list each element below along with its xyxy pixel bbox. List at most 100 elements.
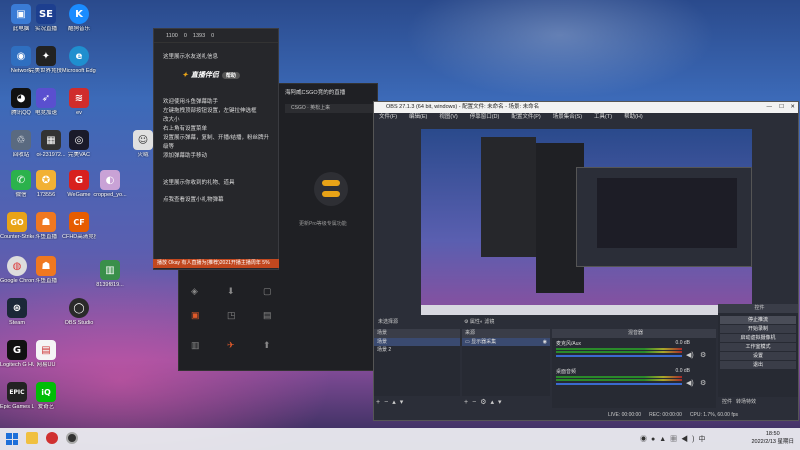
taskbar-app-icon[interactable] [46, 432, 58, 444]
minimize-icon[interactable]: — [767, 102, 773, 113]
remove-icon[interactable]: − [472, 399, 480, 406]
ime-icon[interactable]: 中 [699, 436, 710, 443]
mixer-dock-header: 混音器 [552, 329, 716, 338]
obs-preview-canvas[interactable] [421, 129, 752, 315]
douyu-icon: ☗ [36, 256, 56, 276]
info-line: 级等 [163, 144, 175, 150]
tool-icon[interactable]: ▣ [191, 310, 200, 321]
gear-icon[interactable]: ⚙ [700, 379, 706, 387]
scene-item[interactable]: 场景 [374, 338, 460, 346]
move-down-icon[interactable]: ▾ [400, 399, 408, 406]
scene-item[interactable]: 场景 2 [374, 346, 460, 354]
desktop-icon[interactable]: ⊛ Steam [0, 298, 34, 326]
volume-slider[interactable] [556, 383, 682, 385]
speaker-icon[interactable]: ◀) [686, 351, 694, 359]
audio-meter [556, 379, 682, 381]
desktop-icon[interactable]: ☗ 斗鱼直播 [29, 256, 63, 284]
desktop-icon[interactable]: ◐ cropped_yo... [93, 170, 127, 198]
stat-value: 1100 [166, 32, 178, 39]
menu-view[interactable]: 视图(V) [439, 113, 457, 122]
scenes-dock-header: 场景 [374, 329, 460, 338]
settings-hint-link[interactable]: 点我查看设置小礼物弹幕 [154, 196, 278, 205]
tool-icon[interactable]: ▤ [263, 310, 272, 321]
close-icon[interactable]: ✕ [790, 102, 795, 113]
desktop-icon[interactable]: ✪ 173556 [29, 170, 63, 198]
move-up-icon[interactable]: ▴ [392, 399, 400, 406]
tab-transitions[interactable]: 转场特效 [736, 398, 756, 406]
desktop-icon[interactable]: ☗ 斗鱼直播 [29, 212, 63, 240]
desktop-icon[interactable]: ≋ ev [62, 88, 96, 116]
remove-icon[interactable]: − [384, 399, 392, 406]
menu-edit[interactable]: 编辑(E) [409, 113, 427, 122]
desktop-icon[interactable]: SE 实况直播 [29, 4, 63, 32]
menu-scene-collection[interactable]: 场景集合(S) [553, 113, 582, 122]
tool-icon[interactable]: ◳ [227, 310, 236, 321]
stream-category-selector[interactable]: CSGO · 英松上来 [285, 104, 375, 113]
menu-docks[interactable]: 停靠窗口(D) [470, 113, 500, 122]
tool-icon[interactable]: ▥ [191, 340, 200, 351]
studio-mode-button[interactable]: 工作室模式 [720, 343, 796, 351]
start-recording-button[interactable]: 开始录制 [720, 325, 796, 333]
properties-button[interactable]: ⚙ 属性 [464, 318, 480, 327]
obs-menubar: 文件(F) 编辑(E) 视图(V) 停靠窗口(D) 配置文件(P) 场景集合(S… [374, 113, 798, 122]
menu-help[interactable]: 帮助(H) [624, 113, 643, 122]
logo-icon: ✦ [182, 72, 188, 79]
mixer-channel-db: 0.0 dB [675, 340, 690, 346]
desktop-icon[interactable]: iQ 爱奇艺 [29, 382, 63, 410]
desktop-icon[interactable]: ◎ 完美VAC [62, 130, 96, 158]
settings-button[interactable]: 设置 [720, 352, 796, 360]
menu-tools[interactable]: 工具(T) [594, 113, 612, 122]
tool-grid: ◈ ⬇ ▢ ▣ ◳ ▤ ▥ ✈ ⬆ [187, 280, 277, 366]
move-down-icon[interactable]: ▾ [498, 399, 506, 406]
gear-icon[interactable]: ⚙ [700, 351, 706, 359]
tool-icon[interactable]: ⬆ [263, 340, 271, 351]
sources-dock-header: 来源 [462, 329, 550, 338]
exit-button[interactable]: 退出 [720, 361, 796, 369]
obs-statusbar: LIVE: 00:00:00 REC: 00:00:00 CPU: 1.7%, … [374, 410, 798, 420]
tab-controls[interactable]: 控件 [722, 398, 732, 406]
mixer-channel-db: 0.0 dB [675, 368, 690, 374]
desktop-icon[interactable]: ◯ OBS Studio [62, 298, 96, 326]
speaker-icon[interactable]: ◀) [686, 379, 694, 387]
tool-icon[interactable]: ◈ [191, 286, 198, 297]
network-icon[interactable]: ▦ [670, 436, 681, 443]
tool-icon[interactable]: ✈ [227, 340, 235, 351]
visibility-icon[interactable]: ◉ [543, 338, 550, 346]
desktop-icon[interactable]: ▤ 网易UU [29, 340, 63, 368]
desktop-icon[interactable]: K 酷狗音乐 [62, 4, 96, 32]
source-item[interactable]: ▭ 显示器采集 ◉ [462, 338, 550, 346]
tray-app-icon[interactable]: ◉ [640, 436, 651, 443]
clock[interactable]: 18:50 2022/2/13 星期日 [752, 430, 795, 446]
csgo-icon: GO [7, 212, 27, 232]
stop-streaming-button[interactable]: 停止推流 [720, 316, 796, 324]
file-explorer-icon[interactable] [26, 432, 38, 444]
maximize-icon[interactable]: ☐ [779, 102, 784, 113]
menu-file[interactable]: 文件(F) [379, 113, 397, 122]
notification-banner[interactable]: 播放 Okay 有人直播为(推荐)2021开播主播周年 5% [153, 259, 279, 268]
desktop-icon[interactable]: G WeGame [62, 170, 96, 198]
virtual-camera-button[interactable]: 启动虚拟摄像机 [720, 334, 796, 342]
filters-button[interactable]: ◐ 滤镜 [480, 318, 494, 327]
desktop-icon[interactable]: ▥ 8139f819... [93, 260, 127, 288]
menu-profile[interactable]: 配置文件(P) [511, 113, 540, 122]
desktop-icon[interactable]: ➶ 电竞加速 [29, 88, 63, 116]
filters-label: 滤镜 [484, 319, 495, 325]
desktop-icon[interactable]: ✦ 完美世界竞技平台 [29, 46, 63, 74]
desktop-icon[interactable]: CF CFHD高清竞技大区 [62, 212, 96, 240]
desktop-icon[interactable]: ♲ 回收站 [4, 130, 38, 158]
tray-app-icon[interactable]: ● [651, 436, 659, 443]
volume-slider[interactable] [556, 355, 682, 357]
tool-icon[interactable]: ⬇ [227, 286, 235, 297]
settings-icon[interactable]: ⚙ [480, 399, 490, 406]
volume-icon[interactable]: ◀) [681, 436, 698, 443]
add-icon[interactable]: + [376, 399, 384, 406]
move-up-icon[interactable]: ▴ [490, 399, 498, 406]
help-badge[interactable]: 帮助 [221, 71, 240, 79]
obs-taskbar-icon[interactable] [66, 432, 78, 444]
desktop-icon[interactable]: e Microsoft Edge [62, 46, 96, 74]
tool-icon[interactable]: ▢ [263, 286, 272, 297]
file-icon: ▥ [100, 260, 120, 280]
add-icon[interactable]: + [464, 399, 472, 406]
tray-app-icon[interactable]: ▲ [659, 436, 670, 443]
windows-start-icon[interactable] [6, 433, 18, 445]
